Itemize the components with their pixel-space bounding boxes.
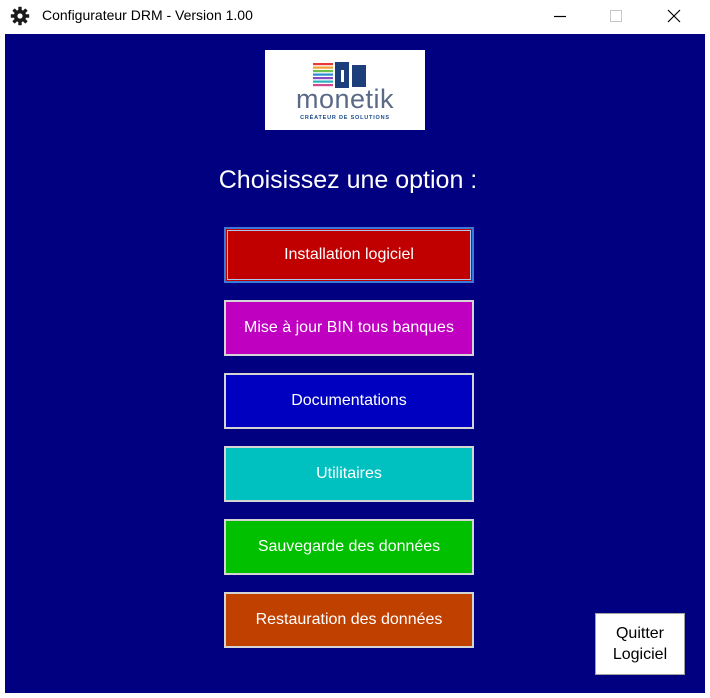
monetik-logo: monetik CRÉATEUR DE SOLUTIONS	[265, 50, 425, 130]
install-software-button[interactable]: Installation logiciel	[224, 227, 474, 283]
minimize-icon	[554, 10, 566, 22]
gear-icon	[10, 6, 30, 26]
minimize-button[interactable]	[532, 0, 588, 32]
backup-data-button[interactable]: Sauvegarde des données	[224, 519, 474, 575]
quit-label-line1: Quitter	[615, 625, 664, 642]
utilities-button[interactable]: Utilitaires	[224, 446, 474, 502]
update-bin-button[interactable]: Mise à jour BIN tous banques	[224, 300, 474, 356]
page-heading: Choisissez une option :	[218, 166, 478, 194]
restore-data-button[interactable]: Restauration des données	[224, 592, 474, 648]
title-bar[interactable]: Configurateur DRM - Version 1.00	[0, 0, 710, 32]
quit-button[interactable]: Quitter Logiciel	[595, 613, 685, 675]
maximize-icon	[610, 10, 622, 22]
close-icon	[667, 9, 681, 23]
window-title: Configurateur DRM - Version 1.00	[42, 7, 253, 23]
documentation-button[interactable]: Documentations	[224, 373, 474, 429]
main-panel: monetik CRÉATEUR DE SOLUTIONS Choisissez…	[5, 34, 705, 693]
logo-wordmark: monetik	[295, 84, 395, 114]
close-button[interactable]	[646, 0, 702, 32]
maximize-button[interactable]	[588, 0, 644, 32]
quit-label-line2: Logiciel	[612, 646, 668, 663]
app-window: Configurateur DRM - Version 1.00 monetik…	[0, 0, 710, 698]
logo-tagline: CRÉATEUR DE SOLUTIONS	[300, 115, 390, 121]
